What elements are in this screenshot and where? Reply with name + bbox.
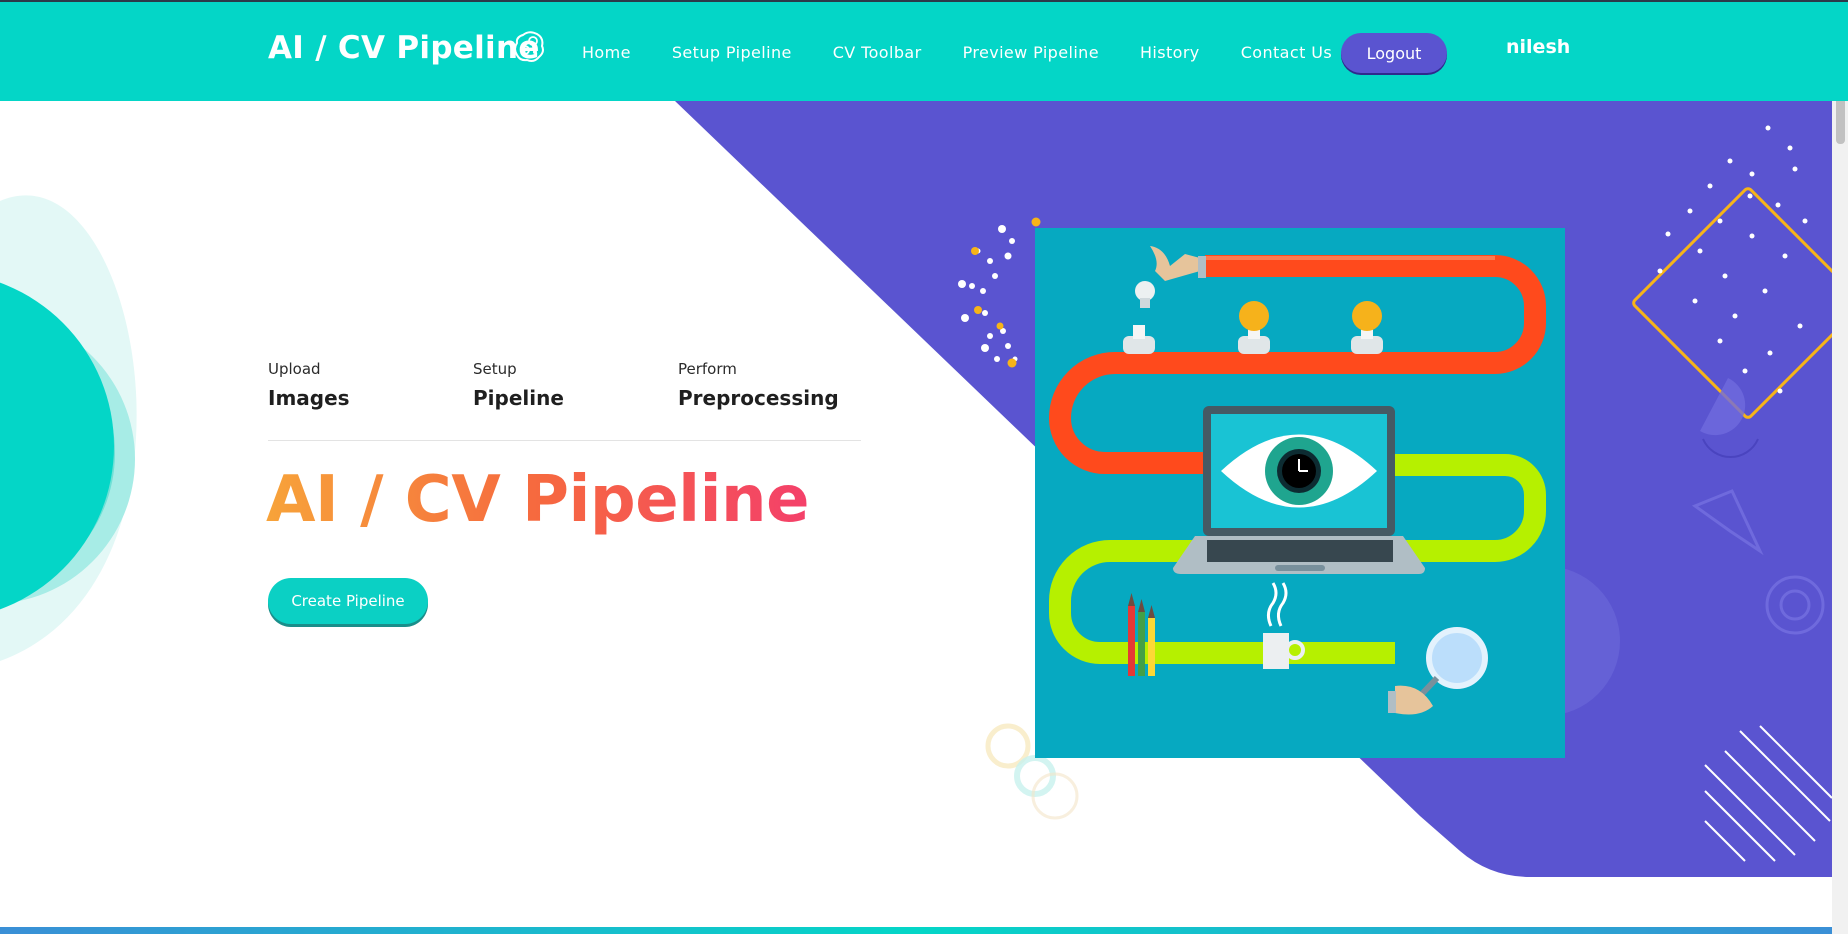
feature-heading: Preprocessing <box>678 386 839 410</box>
hero-title: AI / CV Pipeline <box>266 463 809 537</box>
nav-preview-pipeline[interactable]: Preview Pipeline <box>963 43 1099 62</box>
brain-gear-icon <box>514 31 544 62</box>
feature-caption: Perform <box>678 360 737 378</box>
nav-setup-pipeline[interactable]: Setup Pipeline <box>672 43 792 62</box>
feature-caption: Setup <box>473 360 517 378</box>
main-nav: Home Setup Pipeline CV Toolbar Preview P… <box>582 43 1373 62</box>
logout-button[interactable]: Logout <box>1341 33 1447 73</box>
feature-list: Upload Images Setup Pipeline Perform Pre… <box>268 360 861 440</box>
pipeline-illustration <box>1035 228 1565 758</box>
username-label: nilesh <box>1506 36 1571 58</box>
feature-heading: Pipeline <box>473 386 564 410</box>
nav-cv-toolbar[interactable]: CV Toolbar <box>833 43 922 62</box>
create-pipeline-button[interactable]: Create Pipeline <box>268 578 428 624</box>
bottom-section-edge <box>0 927 1832 934</box>
feature-divider <box>268 440 861 441</box>
top-navbar: AI / CV Pipeline Home Setup Pipeline CV … <box>0 0 1848 101</box>
nav-history[interactable]: History <box>1140 43 1200 62</box>
nav-contact-us[interactable]: Contact Us <box>1241 43 1332 62</box>
nav-home[interactable]: Home <box>582 43 631 62</box>
feature-perform-preprocessing: Perform Preprocessing <box>678 360 839 410</box>
feature-heading: Images <box>268 386 350 410</box>
feature-caption: Upload <box>268 360 321 378</box>
brand-title[interactable]: AI / CV Pipeline <box>268 30 540 66</box>
page: AI / CV Pipeline Home Setup Pipeline CV … <box>0 0 1848 934</box>
feature-setup-pipeline: Setup Pipeline <box>473 360 564 410</box>
feature-upload-images: Upload Images <box>268 360 350 410</box>
